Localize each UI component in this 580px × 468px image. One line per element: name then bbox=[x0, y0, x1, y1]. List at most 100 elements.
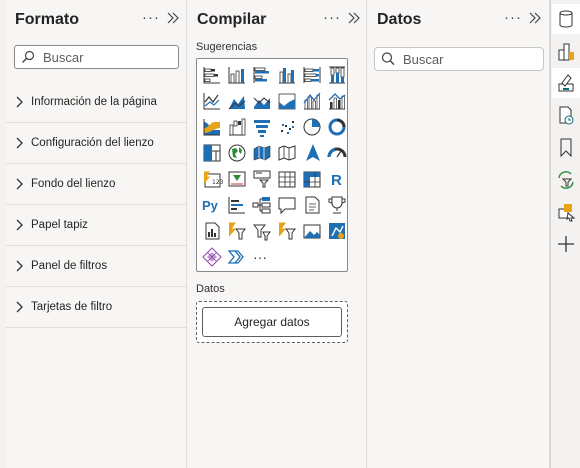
svg-text:123: 123 bbox=[212, 179, 223, 186]
paginated-report-icon[interactable] bbox=[201, 220, 223, 242]
table-icon[interactable] bbox=[276, 168, 298, 190]
search-icon bbox=[22, 50, 35, 63]
performance-analyzer-icon bbox=[559, 106, 574, 125]
shape-map-icon[interactable] bbox=[276, 142, 298, 164]
stacked-area-chart-icon[interactable] bbox=[251, 90, 273, 112]
ribbon-chart-icon[interactable] bbox=[201, 116, 223, 138]
line-and-clustered-column-chart-icon[interactable] bbox=[326, 90, 348, 112]
search-icon bbox=[381, 52, 395, 66]
data-more-options-button[interactable]: ··· bbox=[504, 9, 522, 26]
sync-slicers-pane-toggle[interactable] bbox=[552, 164, 580, 194]
data-pane-toggle[interactable] bbox=[552, 4, 580, 34]
format-paintbrush-icon bbox=[558, 74, 574, 92]
map-icon[interactable] bbox=[226, 142, 248, 164]
treemap-icon[interactable] bbox=[201, 142, 223, 164]
data-pane-header: Datos ··· bbox=[368, 0, 549, 38]
clustered-bar-chart-icon[interactable] bbox=[251, 64, 273, 86]
chevron-visual-icon[interactable] bbox=[226, 246, 248, 268]
python-visual-icon[interactable]: Py bbox=[201, 194, 223, 216]
data-pane: Datos ··· Buscar bbox=[368, 0, 550, 468]
smart-narrative-icon[interactable] bbox=[301, 194, 323, 216]
svg-text:Py: Py bbox=[202, 198, 219, 213]
data-cylinder-icon bbox=[559, 10, 573, 28]
section-wallpaper[interactable]: Papel tapiz bbox=[6, 205, 186, 246]
clustered-column-chart-icon[interactable] bbox=[276, 64, 298, 86]
section-page-info[interactable]: Información de la página bbox=[6, 82, 186, 123]
chevron-right-icon bbox=[16, 301, 23, 313]
collapse-icon[interactable] bbox=[166, 11, 180, 25]
format-search-placeholder: Buscar bbox=[43, 50, 84, 65]
kpi-icon[interactable] bbox=[226, 168, 248, 190]
format-search-input[interactable]: Buscar bbox=[14, 45, 179, 69]
arcgis-map-icon[interactable] bbox=[326, 220, 348, 242]
section-label: Fondo del lienzo bbox=[31, 178, 116, 190]
r-visual-icon[interactable]: R bbox=[326, 168, 348, 190]
chevron-right-icon bbox=[16, 178, 23, 190]
slicer-icon[interactable] bbox=[251, 168, 273, 190]
section-label: Configuración del lienzo bbox=[31, 137, 154, 149]
scatter-chart-icon[interactable] bbox=[276, 116, 298, 138]
data-search-placeholder: Buscar bbox=[403, 52, 444, 67]
pie-chart-icon[interactable] bbox=[301, 116, 323, 138]
filled-map-icon[interactable] bbox=[251, 142, 273, 164]
add-data-button[interactable]: Agregar datos bbox=[202, 307, 342, 337]
gauge-icon[interactable] bbox=[326, 142, 348, 164]
build-more-options-button[interactable]: ··· bbox=[323, 9, 341, 26]
decomposition-tree-icon[interactable] bbox=[251, 194, 273, 216]
suggestions-label: Sugerencias bbox=[196, 41, 258, 53]
image-icon[interactable] bbox=[301, 220, 323, 242]
format-pane: Formato ··· Buscar Información de la pág… bbox=[6, 0, 187, 468]
chevron-right-icon bbox=[16, 260, 23, 272]
line-chart-icon[interactable] bbox=[201, 90, 223, 112]
100-stacked-bar-chart-icon[interactable] bbox=[301, 64, 323, 86]
area-chart-icon[interactable] bbox=[226, 90, 248, 112]
power-apps-diamond-icon[interactable] bbox=[201, 246, 223, 268]
azure-map-icon[interactable] bbox=[301, 142, 323, 164]
selection-icon bbox=[558, 204, 576, 222]
format-more-options-button[interactable]: ··· bbox=[142, 9, 160, 26]
more-visuals-icon[interactable]: ··· bbox=[253, 246, 275, 268]
waterfall-chart-icon[interactable] bbox=[226, 116, 248, 138]
funnel-icon[interactable] bbox=[251, 116, 273, 138]
card-icon[interactable]: 123 bbox=[201, 168, 223, 190]
100-stacked-column-chart-icon[interactable] bbox=[326, 64, 348, 86]
build-pane-toggle[interactable] bbox=[552, 36, 580, 66]
visualizations-gallery: 123 R Py ··· bbox=[196, 58, 348, 272]
chevron-right-icon bbox=[16, 219, 23, 231]
build-pane-header: Compilar ··· bbox=[188, 0, 366, 38]
stacked-column-chart-icon[interactable] bbox=[226, 64, 248, 86]
build-pane: Compilar ··· Sugerencias 123 R Py ··· Da… bbox=[188, 0, 367, 468]
add-pane-button[interactable] bbox=[552, 228, 580, 258]
section-filter-cards[interactable]: Tarjetas de filtro bbox=[6, 287, 186, 328]
section-canvas-background[interactable]: Fondo del lienzo bbox=[6, 164, 186, 205]
section-label: Papel tapiz bbox=[31, 219, 88, 231]
powerbi-panes: Formato ··· Buscar Información de la pág… bbox=[0, 0, 580, 468]
selection-pane-toggle[interactable] bbox=[552, 196, 580, 226]
section-canvas-settings[interactable]: Configuración del lienzo bbox=[6, 123, 186, 164]
performance-pane-toggle[interactable] bbox=[552, 100, 580, 130]
line-and-stacked-column-chart-icon[interactable] bbox=[301, 90, 323, 112]
power-apps-icon[interactable] bbox=[251, 220, 273, 242]
key-influencers-icon[interactable] bbox=[226, 194, 248, 216]
format-pane-toggle[interactable] bbox=[552, 68, 580, 98]
donut-chart-icon[interactable] bbox=[326, 116, 348, 138]
stacked-bar-chart-icon[interactable] bbox=[201, 64, 223, 86]
add-pane-icon bbox=[558, 236, 574, 252]
qa-icon[interactable] bbox=[276, 194, 298, 216]
matrix-icon[interactable] bbox=[301, 168, 323, 190]
data-search-input[interactable]: Buscar bbox=[374, 47, 544, 71]
data-pane-title: Datos bbox=[377, 11, 422, 28]
section-filter-pane[interactable]: Panel de filtros bbox=[6, 246, 186, 287]
metrics-icon[interactable] bbox=[326, 194, 348, 216]
section-label: Tarjetas de filtro bbox=[31, 301, 113, 313]
section-label: Panel de filtros bbox=[31, 260, 108, 272]
svg-text:R: R bbox=[331, 172, 342, 189]
build-visual-icon bbox=[558, 43, 574, 61]
power-automate-flow-icon[interactable] bbox=[276, 220, 298, 242]
bookmarks-pane-toggle[interactable] bbox=[552, 132, 580, 162]
100-stacked-area-chart-icon[interactable] bbox=[276, 90, 298, 112]
power-automate-icon[interactable] bbox=[226, 220, 248, 242]
collapse-icon[interactable] bbox=[528, 11, 542, 25]
chevron-right-icon bbox=[16, 137, 23, 149]
collapse-icon[interactable] bbox=[347, 11, 361, 25]
